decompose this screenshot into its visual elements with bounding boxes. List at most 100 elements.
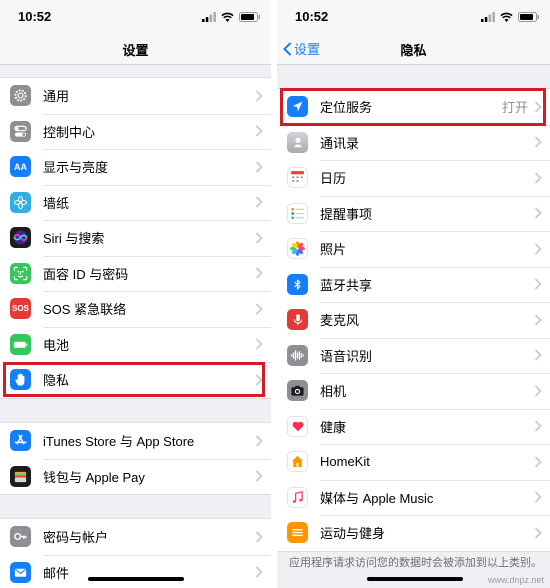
fitness-icon: [287, 522, 308, 544]
privacy-item-label: 麦克风: [320, 313, 360, 329]
privacy-item-speech-recognition[interactable]: 语音识别: [277, 337, 550, 374]
siri-icon: [10, 227, 31, 249]
privacy-footnote: 应用程序请求访问您的数据时会被添加到以上类别。: [289, 557, 542, 569]
chevron-right-icon: [255, 566, 263, 578]
chevron-right-icon: [534, 172, 542, 184]
settings-item-sos[interactable]: SOS SOS 紧急联络: [0, 291, 271, 327]
chevron-right-icon: [534, 491, 542, 503]
battery-status-icon: [518, 11, 539, 22]
privacy-item-label: 通讯录: [320, 135, 360, 151]
settings-item-battery[interactable]: 电池: [0, 326, 271, 363]
heart-icon: [287, 415, 308, 437]
chevron-right-icon: [255, 196, 263, 208]
home-indicator: [88, 577, 184, 581]
app-store-icon: [10, 430, 31, 452]
chevron-right-icon: [534, 136, 542, 148]
settings-item-passwords[interactable]: 密码与帐户: [0, 519, 271, 555]
status-time: 10:52: [18, 9, 52, 24]
settings-item-control-center[interactable]: 控制中心: [0, 113, 271, 150]
watermark: www.dnpz.net: [487, 575, 544, 585]
chevron-right-icon: [255, 90, 263, 102]
settings-item-general[interactable]: 通用: [0, 78, 271, 114]
bluetooth-icon: [287, 273, 308, 295]
settings-item-label: 密码与帐户: [43, 530, 109, 546]
chevron-right-icon: [534, 385, 542, 397]
waveform-icon: [287, 344, 308, 366]
page-title: 设置: [122, 43, 149, 58]
settings-item-label: 显示与亮度: [43, 160, 109, 176]
settings-item-display[interactable]: AA 显示与亮度: [0, 149, 271, 185]
location-arrow-icon: [287, 96, 308, 118]
home-indicator: [367, 577, 463, 581]
chevron-right-icon: [534, 420, 542, 432]
microphone-icon: [287, 309, 308, 331]
privacy-item-contacts[interactable]: 通讯录: [277, 124, 550, 161]
face-id-icon: [10, 262, 31, 284]
chevron-right-icon: [255, 267, 263, 279]
privacy-item-camera[interactable]: 相机: [277, 373, 550, 409]
chevron-right-icon: [534, 456, 542, 468]
privacy-item-label: 蓝牙共享: [320, 277, 373, 293]
photos-icon: [287, 238, 308, 260]
settings-item-app-store[interactable]: iTunes Store 与 App Store: [0, 423, 271, 459]
chevron-right-icon: [255, 374, 263, 386]
settings-item-label: 控制中心: [43, 124, 96, 140]
settings-item-privacy[interactable]: 隐私: [0, 362, 271, 398]
settings-group-store: iTunes Store 与 App Store 钱包与 Apple Pay: [0, 422, 271, 495]
chevron-right-icon: [255, 338, 263, 350]
nav-bar: 设置: [0, 32, 271, 65]
settings-item-label: 面容 ID 与密码: [43, 266, 129, 282]
chevron-right-icon: [255, 303, 263, 315]
status-icons: [481, 11, 540, 22]
privacy-item-value: 打开: [501, 100, 528, 116]
privacy-group: 定位服务 打开 通讯录 日历 提醒事项 照片 蓝牙共享 麦克风 语音识别 相机 …: [277, 88, 550, 552]
settings-screen: 10:52 设置 通用 控制中心 AA 显示与亮度 墙纸 Siri 与搜索 面容…: [0, 0, 271, 588]
settings-item-mail[interactable]: 邮件: [0, 554, 271, 588]
music-note-icon: [287, 486, 308, 508]
privacy-item-location[interactable]: 定位服务 打开: [277, 89, 550, 125]
home-icon: [287, 451, 308, 473]
chevron-right-icon: [255, 232, 263, 244]
contacts-icon: [287, 131, 308, 153]
chevron-right-icon: [534, 314, 542, 326]
privacy-item-photos[interactable]: 照片: [277, 231, 550, 267]
privacy-item-media-music[interactable]: 媒体与 Apple Music: [277, 479, 550, 516]
privacy-item-homekit[interactable]: HomeKit: [277, 444, 550, 480]
settings-item-label: 电池: [43, 337, 70, 353]
settings-item-wallpaper[interactable]: 墙纸: [0, 184, 271, 221]
chevron-right-icon: [534, 101, 542, 113]
privacy-item-calendar[interactable]: 日历: [277, 160, 550, 196]
privacy-item-microphone[interactable]: 麦克风: [277, 302, 550, 338]
chevron-right-icon: [534, 207, 542, 219]
status-icons: [202, 11, 261, 22]
privacy-item-label: 运动与健身: [320, 526, 386, 542]
privacy-item-label: 相机: [320, 384, 347, 400]
battery-status-icon: [239, 11, 260, 22]
page-title: 隐私: [400, 43, 427, 58]
chevron-right-icon: [255, 161, 263, 173]
privacy-item-motion-fitness[interactable]: 运动与健身: [277, 515, 550, 551]
chevron-right-icon: [255, 470, 263, 482]
chevron-right-icon: [255, 531, 263, 543]
privacy-item-bluetooth[interactable]: 蓝牙共享: [277, 266, 550, 303]
settings-item-label: iTunes Store 与 App Store: [43, 434, 195, 450]
signal-icon: [481, 11, 495, 22]
settings-item-label: SOS 紧急联络: [43, 302, 127, 318]
camera-icon: [287, 380, 308, 402]
settings-item-wallet[interactable]: 钱包与 Apple Pay: [0, 458, 271, 495]
chevron-right-icon: [534, 349, 542, 361]
wifi-icon: [221, 12, 234, 22]
privacy-screen: 10:52 设置 隐私 定位服务 打开 通讯录 日历 提醒事项 照片 蓝牙共享 …: [277, 0, 550, 588]
settings-item-label: Siri 与搜索: [43, 231, 105, 247]
status-bar: 10:52: [277, 0, 550, 32]
nav-bar: 设置 隐私: [277, 32, 550, 65]
privacy-item-label: 媒体与 Apple Music: [320, 490, 434, 506]
privacy-item-health[interactable]: 健康: [277, 408, 550, 445]
settings-item-face-id[interactable]: 面容 ID 与密码: [0, 255, 271, 292]
sos-icon: SOS: [10, 298, 31, 320]
privacy-item-label: 定位服务: [320, 100, 373, 116]
privacy-item-reminders[interactable]: 提醒事项: [277, 195, 550, 232]
settings-item-siri[interactable]: Siri 与搜索: [0, 220, 271, 256]
calendar-icon: [287, 167, 308, 189]
settings-item-label: 通用: [43, 89, 70, 105]
